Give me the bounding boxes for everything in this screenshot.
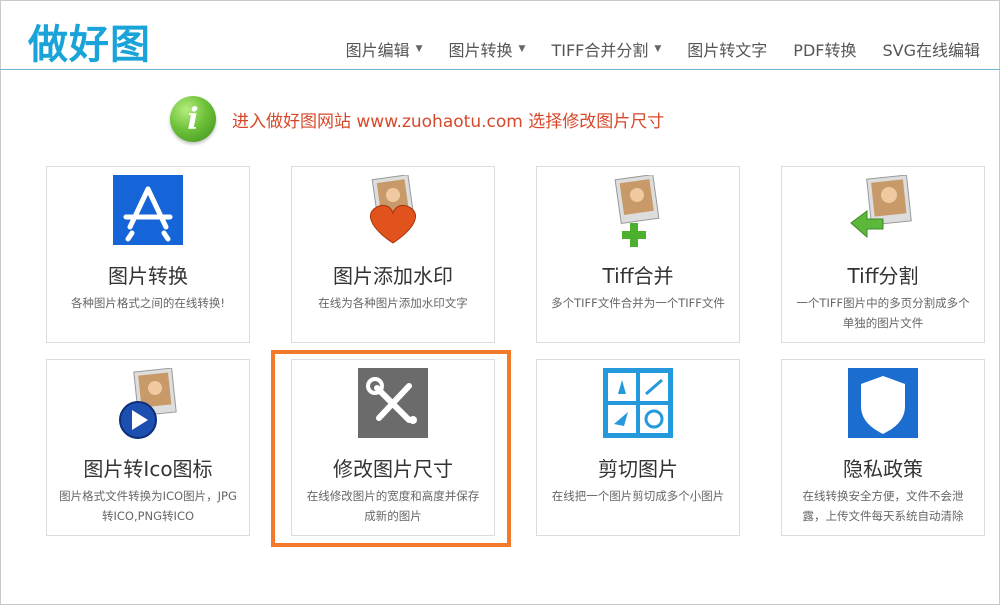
card-desc: 在线把一个图片剪切成多个小图片 (551, 489, 725, 503)
nav-image-edit[interactable]: 图片编辑 ▼ (346, 37, 423, 61)
info-icon: i (170, 96, 216, 142)
card-resize-image[interactable]: 修改图片尺寸 在线修改图片的宽度和高度并保存成新的图片 (291, 359, 495, 536)
nav-pdf-convert[interactable]: PDF转换 (793, 37, 856, 61)
nav-label: 图片编辑 (345, 41, 410, 60)
card-desc: 一个TIFF图片中的多页分割成多个单独的图片文件 (796, 296, 970, 330)
card-image-convert[interactable]: 图片转换 各种图片格式之间的在线转换! (46, 166, 250, 343)
nav-label: 图片转换 (448, 41, 513, 60)
card-image-to-ico[interactable]: 图片转Ico图标 图片格式文件转换为ICO图片，JPG转ICO,PNG转ICO (46, 359, 250, 536)
card-tiff-merge[interactable]: Tiff合并 多个TIFF文件合并为一个TIFF文件 (536, 166, 740, 343)
nav-label: 图片转文字 (687, 41, 768, 60)
photo-plus-icon (598, 174, 678, 247)
crop-grid-icon (598, 368, 678, 440)
caret-down-icon: ▼ (654, 44, 662, 54)
site-header: 做好图 图片编辑 ▼ 图片转换 ▼ TIFF合并分割 ▼ 图片转文字 PDF转换 SV… (0, 0, 1000, 70)
photo-play-icon (108, 367, 188, 440)
app-store-icon (108, 175, 188, 247)
card-desc: 图片格式文件转换为ICO图片，JPG转ICO,PNG转ICO (59, 489, 237, 523)
card-crop-image[interactable]: 剪切图片 在线把一个图片剪切成多个小图片 (536, 359, 740, 536)
card-title: 剪切图片 (598, 457, 678, 481)
notice-text: 进入做好图网站 www.zuohaotu.com 选择修改图片尺寸 (232, 111, 665, 132)
photo-heart-icon (353, 174, 433, 247)
notice-banner: i 进入做好图网站 www.zuohaotu.com 选择修改图片尺寸 (170, 96, 664, 142)
nav-image-convert[interactable]: 图片转换 ▼ (449, 37, 526, 61)
card-title: 图片添加水印 (333, 264, 453, 288)
card-add-watermark[interactable]: 图片添加水印 在线为各种图片添加水印文字 (291, 166, 495, 343)
card-tiff-split[interactable]: Tiff分割 一个TIFF图片中的多页分割成多个单独的图片文件 (781, 166, 985, 343)
card-desc: 在线修改图片的宽度和高度并保存成新的图片 (306, 489, 480, 523)
card-desc: 在线为各种图片添加水印文字 (318, 296, 468, 310)
caret-down-icon: ▼ (415, 44, 423, 54)
card-desc: 在线转换安全方便，文件不会泄露，上传文件每天系统自动清除 (802, 489, 964, 523)
card-title: 修改图片尺寸 (333, 457, 453, 481)
nav-label: SVG在线编辑 (882, 41, 980, 60)
card-privacy-policy[interactable]: 隐私政策 在线转换安全方便，文件不会泄露，上传文件每天系统自动清除 (781, 359, 985, 536)
card-desc: 多个TIFF文件合并为一个TIFF文件 (551, 296, 725, 310)
caret-down-icon: ▼ (518, 44, 526, 54)
card-title: 图片转换 (108, 264, 188, 288)
photo-split-icon (843, 174, 923, 247)
tools-icon (353, 368, 433, 440)
shield-icon (843, 368, 923, 440)
nav-label: PDF转换 (793, 41, 857, 60)
main-nav: 图片编辑 ▼ 图片转换 ▼ TIFF合并分割 ▼ 图片转文字 PDF转换 SVG在线编… (320, 36, 980, 62)
nav-svg-editor[interactable]: SVG在线编辑 (882, 37, 980, 61)
card-desc: 各种图片格式之间的在线转换! (70, 296, 226, 310)
site-logo[interactable]: 做好图 (28, 12, 151, 70)
nav-tiff-merge-split[interactable]: TIFF合并分割 ▼ (551, 37, 661, 61)
card-title: Tiff合并 (602, 264, 674, 288)
card-title: 隐私政策 (843, 457, 923, 481)
nav-label: TIFF合并分割 (551, 41, 649, 60)
card-title: Tiff分割 (847, 264, 919, 288)
nav-image-to-text[interactable]: 图片转文字 (687, 37, 767, 61)
card-title: 图片转Ico图标 (83, 457, 213, 481)
